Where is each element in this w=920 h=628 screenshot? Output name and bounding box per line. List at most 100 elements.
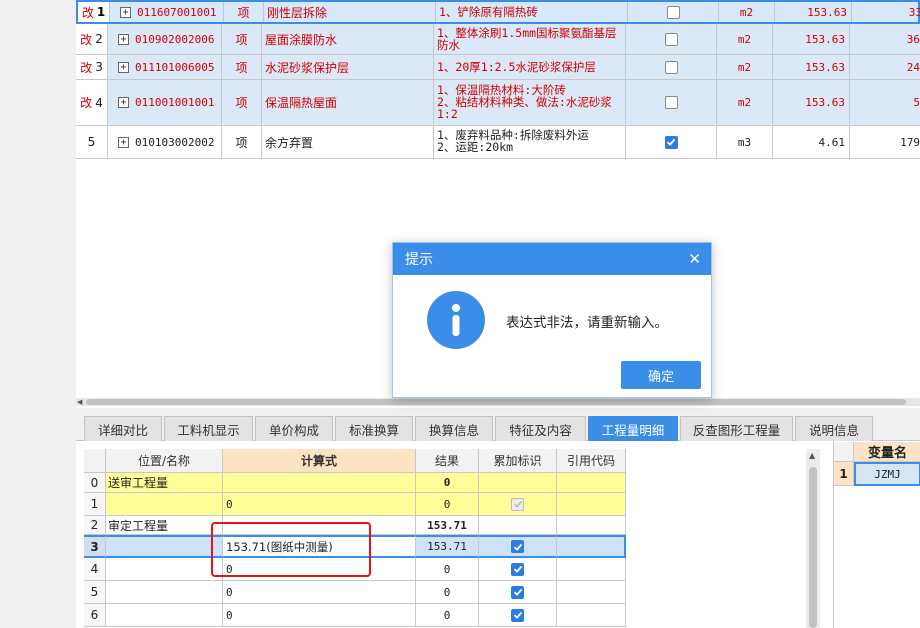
expand-icon[interactable]: + [118,33,129,45]
checkbox-cell[interactable] [628,2,719,22]
row-index: 4 [84,558,106,581]
expression-cell[interactable]: 0 [223,581,416,604]
checkbox-cell[interactable] [626,126,717,158]
accumulate-cell[interactable] [479,581,557,604]
accumulate-cell[interactable] [479,535,557,558]
accumulate-cell[interactable] [479,473,557,493]
tab-conversion-info[interactable]: 换算信息 [415,416,493,441]
quantity-cell[interactable]: 153.63 [775,2,852,22]
row-checkbox[interactable] [664,96,678,109]
row-index: 1 [834,462,854,486]
tab-detail-compare[interactable]: 详细对比 [84,416,162,441]
close-icon[interactable]: ✕ [688,250,701,268]
position-cell[interactable] [106,493,223,516]
table-row[interactable]: 5 + 010103002002 项 余方弃置 1、废弃料品种:拆除废料外运 2… [76,126,920,159]
item-name[interactable]: 余方弃置 [262,126,434,158]
accumulate-checkbox[interactable] [511,562,524,576]
item-name[interactable]: 刚性层拆除 [264,2,436,22]
expand-icon[interactable]: + [118,136,129,148]
row-checkbox[interactable] [664,60,678,74]
item-name[interactable]: 水泥砂浆保护层 [262,55,434,79]
row-checkbox[interactable] [664,135,678,149]
row-checkbox[interactable] [666,5,680,19]
position-cell[interactable] [106,581,223,604]
price-cell[interactable]: 179 [850,126,920,158]
code-cell[interactable]: + 010902002006 [108,24,222,54]
item-name[interactable]: 保温隔热屋面 [262,80,434,125]
reference-cell[interactable] [557,558,626,581]
quantity-cell[interactable]: 4.61 [773,126,850,158]
modified-flag: 改 [80,32,93,47]
accumulate-cell[interactable] [479,558,557,581]
code-cell[interactable]: + 010103002002 [108,126,222,158]
checkbox-cell[interactable] [626,80,717,125]
tab-features[interactable]: 特征及内容 [495,416,586,441]
expression-cell[interactable]: 0 [223,604,416,627]
scrollbar-thumb[interactable] [86,399,906,405]
check-icon [513,565,522,573]
expand-icon[interactable]: + [118,61,129,73]
expression-cell[interactable]: 0 [223,493,416,516]
tab-description[interactable]: 说明信息 [795,416,873,441]
row-number-cell: 改 3 [76,55,108,79]
price-cell[interactable]: 33 [852,2,920,22]
item-description[interactable]: 1、废弃料品种:拆除废料外运 2、运距:20km [434,126,626,158]
row-index: 4 [95,95,103,110]
scrollbar-thumb[interactable] [809,467,817,628]
table-row[interactable]: 改 4 + 011001001001 项 保温隔热屋面 1、保温隔热材料:大阶砖… [76,80,920,126]
reference-cell[interactable] [557,493,626,516]
quantity-cell[interactable]: 153.63 [773,24,850,54]
tab-graphic-quantity[interactable]: 反查图形工程量 [680,416,793,441]
vertical-scrollbar[interactable]: ▲ [806,449,820,628]
item-description[interactable]: 1、整体涂刷1.5mm国标聚氨酯基层 防水 [434,24,626,54]
code-cell[interactable]: + 011607001001 [110,2,224,22]
position-cell[interactable] [106,558,223,581]
accumulate-checkbox[interactable] [511,540,524,553]
code-cell[interactable]: + 011001001001 [108,80,222,125]
accumulate-checkbox[interactable] [511,585,524,599]
quantity-cell[interactable]: 153.63 [773,80,850,125]
position-cell[interactable]: 审定工程量 [106,516,223,535]
item-description[interactable]: 1、铲除原有隔热砖 [436,2,628,22]
price-cell[interactable]: 5 [850,80,920,125]
accumulate-checkbox[interactable] [511,608,524,622]
reference-cell[interactable] [557,516,626,535]
accumulate-cell[interactable] [479,516,557,535]
expand-icon[interactable]: + [118,97,129,108]
scroll-up-icon[interactable]: ▲ [809,451,815,460]
scroll-left-icon[interactable]: ◀ [77,398,82,406]
horizontal-scrollbar[interactable]: ◀ [76,398,920,406]
checkbox-cell[interactable] [626,24,717,54]
ok-button[interactable]: 确定 [621,361,701,389]
code-cell[interactable]: + 011101006005 [108,55,222,79]
tab-labor-material[interactable]: 工料机显示 [164,416,253,441]
expression-cell[interactable] [223,473,416,493]
reference-cell[interactable] [557,473,626,493]
accumulate-cell[interactable] [479,493,557,516]
reference-cell[interactable] [557,535,626,558]
table-row[interactable]: 改 3 + 011101006005 项 水泥砂浆保护层 1、20厚1:2.5水… [76,55,920,80]
item-name[interactable]: 屋面涂膜防水 [262,24,434,54]
quantity-cell[interactable]: 153.63 [773,55,850,79]
price-cell[interactable]: 36 [850,24,920,54]
type-cell: 项 [222,126,262,158]
expand-icon[interactable]: + [120,6,131,18]
tab-unit-price[interactable]: 单价构成 [255,416,333,441]
modified-flag: 改 [81,5,94,20]
item-description[interactable]: 1、20厚1:2.5水泥砂浆保护层 [434,55,626,79]
position-cell[interactable]: 送审工程量 [106,473,223,493]
accumulate-cell[interactable] [479,604,557,627]
table-row[interactable]: 改 2 + 010902002006 项 屋面涂膜防水 1、整体涂刷1.5mm国… [76,24,920,55]
reference-cell[interactable] [557,604,626,627]
reference-cell[interactable] [557,581,626,604]
row-checkbox[interactable] [664,32,678,46]
tab-standard-conversion[interactable]: 标准换算 [335,416,413,441]
position-cell[interactable] [106,604,223,627]
price-cell[interactable]: 24 [850,55,920,79]
position-cell[interactable] [106,535,223,558]
checkbox-cell[interactable] [626,55,717,79]
table-row[interactable]: 改 1 + 011607001001 项 刚性层拆除 1、铲除原有隔热砖 m2 … [76,0,920,24]
variable-name-cell[interactable]: JZMJ [854,462,920,486]
item-description[interactable]: 1、保温隔热材料:大阶砖 2、粘结材料种类、做法:水泥砂浆 1:2 [434,80,626,125]
tab-quantity-detail[interactable]: 工程量明细 [588,416,678,441]
